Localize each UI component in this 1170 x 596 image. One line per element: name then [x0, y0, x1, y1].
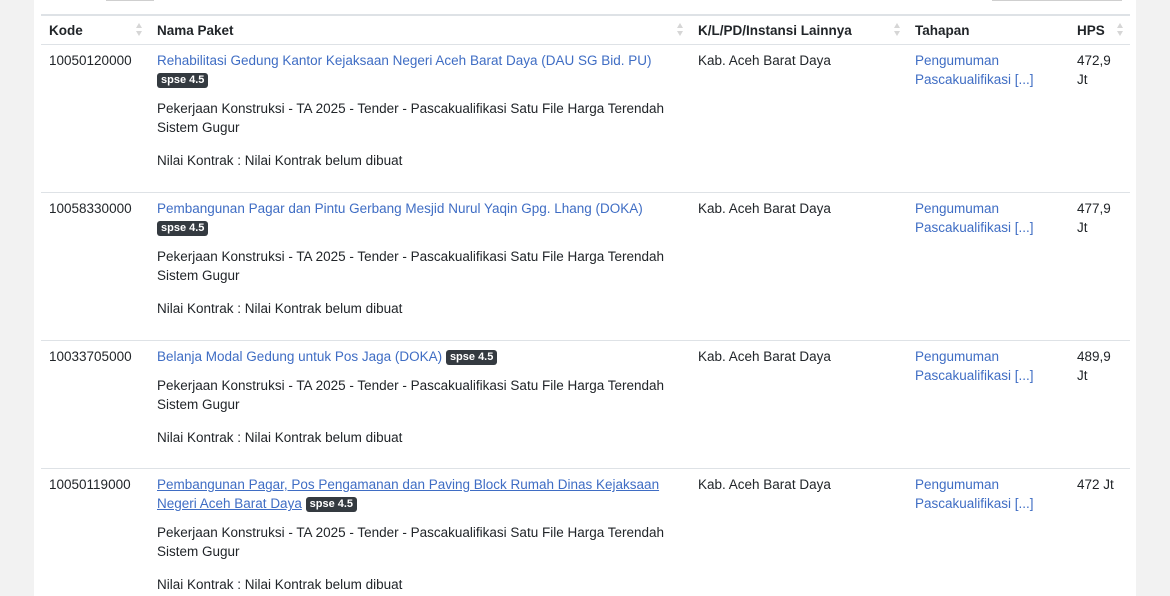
tahapan-cell: Pengumuman Pascakualifikasi [...]	[907, 340, 1069, 469]
kode-cell: 10050119000	[41, 468, 149, 596]
column-header-label: Kode	[49, 22, 83, 38]
instansi-cell: Kab. Aceh Barat Daya	[690, 340, 907, 469]
package-link[interactable]: Pembangunan Pagar, Pos Pengamanan dan Pa…	[157, 477, 659, 511]
sort-icon[interactable]	[136, 23, 143, 37]
stage-link[interactable]: Pengumuman Pascakualifikasi [...]	[915, 477, 1034, 511]
sort-icon[interactable]	[677, 23, 684, 37]
column-header-hps[interactable]: HPS	[1069, 14, 1130, 45]
column-header-label: Tahapan	[915, 22, 970, 38]
spse-version-badge: spse 4.5	[305, 497, 358, 512]
tahapan-cell: Pengumuman Pascakualifikasi [...]	[907, 192, 1069, 341]
instansi-cell: Kab. Aceh Barat Daya	[690, 468, 907, 596]
nama-paket-cell: Rehabilitasi Gedung Kantor Kejaksaan Neg…	[149, 44, 690, 193]
contract-value: Nilai Kontrak : Nilai Kontrak belum dibu…	[157, 153, 403, 168]
spse-version-badge: spse 4.5	[157, 73, 209, 88]
tender-table: Kode Nama Paket K/L/PD/Instansi Lainnya …	[41, 14, 1130, 596]
column-header-instansi[interactable]: K/L/PD/Instansi Lainnya	[690, 14, 907, 45]
contract-value: Nilai Kontrak : Nilai Kontrak belum dibu…	[157, 577, 403, 592]
column-header-tahapan[interactable]: Tahapan	[907, 14, 1069, 45]
instansi-cell: Kab. Aceh Barat Daya	[690, 44, 907, 193]
stage-link[interactable]: Pengumuman Pascakualifikasi [...]	[915, 201, 1034, 235]
spse-version-badge: spse 4.5	[445, 350, 498, 365]
nama-paket-cell: Pembangunan Pagar, Pos Pengamanan dan Pa…	[149, 468, 690, 596]
table-row: 10050119000 Pembangunan Pagar, Pos Penga…	[41, 468, 1130, 596]
table-row: 10058330000 Pembangunan Pagar dan Pintu …	[41, 192, 1130, 341]
toolbar-edge-right	[992, 0, 1122, 1]
column-header-label: HPS	[1077, 22, 1105, 38]
contract-value: Nilai Kontrak : Nilai Kontrak belum dibu…	[157, 430, 403, 445]
table-header-row: Kode Nama Paket K/L/PD/Instansi Lainnya …	[41, 14, 1130, 45]
package-link[interactable]: Pembangunan Pagar dan Pintu Gerbang Mesj…	[157, 201, 643, 216]
hps-cell: 489,9 Jt	[1069, 340, 1130, 469]
tahapan-cell: Pengumuman Pascakualifikasi [...]	[907, 44, 1069, 193]
package-detail: Pekerjaan Konstruksi - TA 2025 - Tender …	[157, 249, 665, 283]
package-link[interactable]: Belanja Modal Gedung untuk Pos Jaga (DOK…	[157, 349, 442, 364]
column-header-kode[interactable]: Kode	[41, 14, 149, 45]
hps-cell: 472 Jt	[1069, 468, 1130, 596]
package-detail: Pekerjaan Konstruksi - TA 2025 - Tender …	[157, 378, 665, 412]
table-row: 10050120000 Rehabilitasi Gedung Kantor K…	[41, 44, 1130, 193]
sort-icon[interactable]	[894, 23, 901, 37]
nama-paket-cell: Pembangunan Pagar dan Pintu Gerbang Mesj…	[149, 192, 690, 341]
stage-link[interactable]: Pengumuman Pascakualifikasi [...]	[915, 349, 1034, 383]
kode-cell: 10050120000	[41, 44, 149, 193]
table-row: 10033705000 Belanja Modal Gedung untuk P…	[41, 340, 1130, 469]
contract-value: Nilai Kontrak : Nilai Kontrak belum dibu…	[157, 301, 403, 316]
nama-paket-cell: Belanja Modal Gedung untuk Pos Jaga (DOK…	[149, 340, 690, 469]
column-header-label: K/L/PD/Instansi Lainnya	[698, 22, 852, 38]
results-panel: Kode Nama Paket K/L/PD/Instansi Lainnya …	[34, 0, 1136, 596]
column-header-nama-paket[interactable]: Nama Paket	[149, 14, 690, 45]
column-header-label: Nama Paket	[157, 22, 234, 38]
hps-cell: 472,9 Jt	[1069, 44, 1130, 193]
sort-icon[interactable]	[1117, 23, 1124, 37]
spse-version-badge: spse 4.5	[157, 221, 209, 236]
package-detail: Pekerjaan Konstruksi - TA 2025 - Tender …	[157, 525, 665, 559]
kode-cell: 10033705000	[41, 340, 149, 469]
instansi-cell: Kab. Aceh Barat Daya	[690, 192, 907, 341]
tahapan-cell: Pengumuman Pascakualifikasi [...]	[907, 468, 1069, 596]
hps-cell: 477,9 Jt	[1069, 192, 1130, 341]
stage-link[interactable]: Pengumuman Pascakualifikasi [...]	[915, 53, 1034, 87]
kode-cell: 10058330000	[41, 192, 149, 341]
package-detail: Pekerjaan Konstruksi - TA 2025 - Tender …	[157, 101, 665, 135]
toolbar-edge-left	[106, 0, 154, 1]
package-link[interactable]: Rehabilitasi Gedung Kantor Kejaksaan Neg…	[157, 53, 652, 68]
